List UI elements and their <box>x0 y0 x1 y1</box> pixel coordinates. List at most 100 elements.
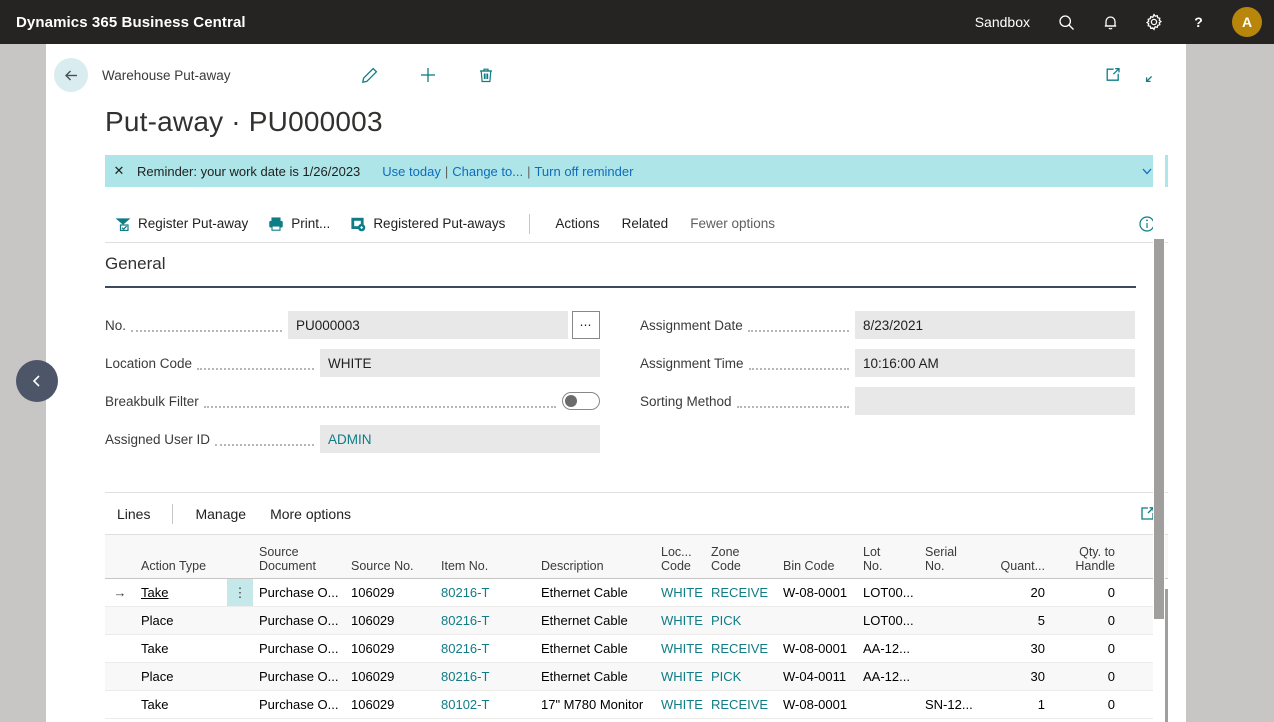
tab-more-options[interactable]: More options <box>258 493 363 535</box>
cell-zone-code[interactable]: PICK <box>705 607 777 634</box>
cell-serial-no[interactable]: SN-12... <box>919 691 979 718</box>
cell-item-no[interactable]: 80216-T <box>435 663 535 690</box>
header-zone-code[interactable]: Zone Code <box>705 545 777 578</box>
assigned-user-id-input[interactable]: ADMIN <box>320 425 600 453</box>
cell-description[interactable]: Ethernet Cable <box>535 607 655 634</box>
cell-source-no[interactable]: 106029 <box>345 635 435 662</box>
header-bin-code[interactable]: Bin Code <box>777 559 857 578</box>
cell-serial-no[interactable] <box>919 635 979 662</box>
cell-source-document[interactable]: Purchase O... <box>253 691 345 718</box>
cell-action-type[interactable]: Take <box>135 635 227 662</box>
table-row[interactable]: Take Purchase O... 106029 80216-T Ethern… <box>105 635 1168 663</box>
cell-action-type[interactable]: Place <box>135 607 227 634</box>
tab-manage[interactable]: Manage <box>183 493 258 535</box>
table-row[interactable]: Take Purchase O... 106029 80102-T 17" M7… <box>105 691 1168 719</box>
cell-source-no[interactable]: 106029 <box>345 691 435 718</box>
cell-location-code[interactable]: WHITE <box>655 607 705 634</box>
cell-zone-code[interactable]: RECEIVE <box>705 579 777 606</box>
header-location-code[interactable]: Loc... Code <box>655 545 705 578</box>
cell-bin-code[interactable]: W-08-0001 <box>777 635 857 662</box>
row-menu-button[interactable] <box>227 635 253 662</box>
cell-source-document[interactable]: Purchase O... <box>253 579 345 606</box>
turn-off-reminder-link[interactable]: Turn off reminder <box>534 164 633 179</box>
cell-quantity[interactable]: 20 <box>979 579 1051 606</box>
cell-location-code[interactable]: WHITE <box>655 691 705 718</box>
plus-icon[interactable] <box>415 62 441 88</box>
breakbulk-filter-toggle[interactable] <box>562 392 600 410</box>
no-input[interactable]: PU000003 <box>288 311 568 339</box>
breadcrumb[interactable]: Warehouse Put-away <box>102 68 231 83</box>
table-row[interactable]: → Take ⋮ Purchase O... 106029 80216-T Et… <box>105 579 1168 607</box>
header-serial-no[interactable]: Serial No. <box>919 545 979 578</box>
table-row[interactable]: Place Purchase O... 106029 80216-T Ether… <box>105 607 1168 635</box>
cell-source-no[interactable]: 106029 <box>345 607 435 634</box>
bell-icon[interactable] <box>1088 0 1132 44</box>
chevron-left-icon[interactable] <box>16 360 58 402</box>
header-quantity[interactable]: Quant... <box>979 559 1051 578</box>
open-in-new-window-icon[interactable] <box>1100 62 1126 88</box>
cell-item-no[interactable]: 80216-T <box>435 579 535 606</box>
cell-source-no[interactable]: 106029 <box>345 663 435 690</box>
sorting-method-input[interactable] <box>855 387 1135 415</box>
cell-location-code[interactable]: WHITE <box>655 635 705 662</box>
cell-action-type[interactable]: Take <box>135 579 227 606</box>
cell-zone-code[interactable]: RECEIVE <box>705 635 777 662</box>
header-qty-to-handle[interactable]: Qty. to Handle <box>1051 545 1121 578</box>
assignment-date-input[interactable]: 8/23/2021 <box>855 311 1135 339</box>
fewer-options-button[interactable]: Fewer options <box>679 205 786 243</box>
row-menu-button[interactable]: ⋮ <box>227 579 253 606</box>
location-code-input[interactable]: WHITE <box>320 349 600 377</box>
cell-bin-code[interactable]: W-08-0001 <box>777 579 857 606</box>
cell-lot-no[interactable]: AA-12... <box>857 635 919 662</box>
page-scrollbar-thumb[interactable] <box>1154 239 1164 619</box>
close-icon[interactable]: ✕ <box>105 163 133 179</box>
cell-action-type[interactable]: Place <box>135 663 227 690</box>
header-source-document[interactable]: Source Document <box>253 545 345 578</box>
cell-zone-code[interactable]: PICK <box>705 663 777 690</box>
change-to-link[interactable]: Change to... <box>452 164 523 179</box>
trash-icon[interactable] <box>473 62 499 88</box>
table-row[interactable]: Place Purchase O... 106029 80216-T Ether… <box>105 663 1168 691</box>
cell-source-document[interactable]: Purchase O... <box>253 663 345 690</box>
cell-bin-code[interactable] <box>777 607 857 634</box>
assignment-time-input[interactable]: 10:16:00 AM <box>855 349 1135 377</box>
cell-serial-no[interactable] <box>919 607 979 634</box>
use-today-link[interactable]: Use today <box>382 164 441 179</box>
cell-description[interactable]: Ethernet Cable <box>535 663 655 690</box>
no-lookup-button[interactable]: ⋯ <box>572 311 600 339</box>
cell-qty-to-handle[interactable]: 0 <box>1051 691 1121 718</box>
cell-description[interactable]: Ethernet Cable <box>535 635 655 662</box>
cell-action-type[interactable]: Take <box>135 691 227 718</box>
row-menu-button[interactable] <box>227 663 253 690</box>
cell-bin-code[interactable]: W-08-0001 <box>777 691 857 718</box>
cell-qty-to-handle[interactable]: 0 <box>1051 579 1121 606</box>
row-menu-button[interactable] <box>227 691 253 718</box>
header-item-no[interactable]: Item No. <box>435 559 535 578</box>
cell-qty-to-handle[interactable]: 0 <box>1051 607 1121 634</box>
back-arrow-icon[interactable] <box>54 58 88 92</box>
cell-lot-no[interactable]: LOT00... <box>857 579 919 606</box>
cell-quantity[interactable]: 30 <box>979 635 1051 662</box>
cell-lot-no[interactable] <box>857 691 919 718</box>
cell-serial-no[interactable] <box>919 663 979 690</box>
header-lot-no[interactable]: Lot No. <box>857 545 919 578</box>
cell-qty-to-handle[interactable]: 0 <box>1051 663 1121 690</box>
print-button[interactable]: Print... <box>258 205 340 243</box>
cell-item-no[interactable]: 80102-T <box>435 691 535 718</box>
cell-serial-no[interactable] <box>919 579 979 606</box>
pencil-icon[interactable] <box>357 62 383 88</box>
cell-location-code[interactable]: WHITE <box>655 579 705 606</box>
header-description[interactable]: Description <box>535 559 655 578</box>
row-menu-button[interactable] <box>227 607 253 634</box>
cell-description[interactable]: 17" M780 Monitor <box>535 691 655 718</box>
cell-item-no[interactable]: 80216-T <box>435 607 535 634</box>
cell-quantity[interactable]: 1 <box>979 691 1051 718</box>
cell-description[interactable]: Ethernet Cable <box>535 579 655 606</box>
header-action-type[interactable]: Action Type <box>135 559 227 578</box>
cell-location-code[interactable]: WHITE <box>655 663 705 690</box>
register-put-away-button[interactable]: Register Put-away <box>105 205 258 243</box>
cell-lot-no[interactable]: LOT00... <box>857 607 919 634</box>
actions-menu[interactable]: Actions <box>544 205 610 243</box>
cell-quantity[interactable]: 5 <box>979 607 1051 634</box>
cell-zone-code[interactable]: RECEIVE <box>705 691 777 718</box>
